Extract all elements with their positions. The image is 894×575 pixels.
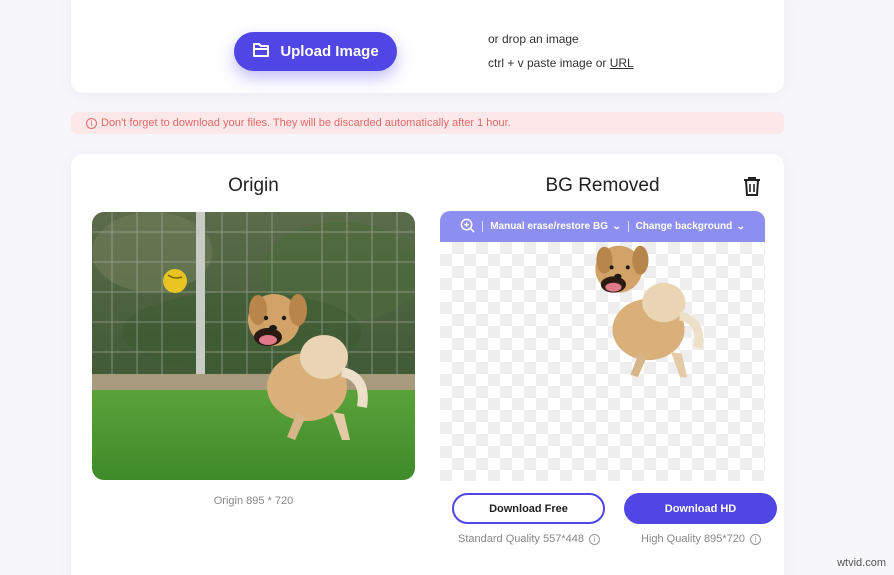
- high-quality-info: High Quality 895*720 i: [641, 533, 761, 545]
- bg-removed-preview: Manual erase/restore BG ⌄ Change backgro…: [440, 211, 765, 481]
- download-hd-button[interactable]: Download HD: [624, 493, 777, 524]
- paste-hint-text: ctrl + v paste image or: [488, 56, 610, 70]
- standard-quality-text: Standard Quality 557*448: [458, 533, 584, 545]
- origin-size-caption: Origin 895 * 720: [213, 495, 294, 507]
- upload-image-button[interactable]: Upload Image: [234, 32, 397, 71]
- url-link[interactable]: URL: [610, 56, 634, 70]
- info-icon[interactable]: i: [749, 533, 761, 545]
- cutout-dog-image: [595, 245, 704, 378]
- info-icon: i: [86, 117, 97, 129]
- change-background-label: Change background: [635, 221, 733, 232]
- trash-icon[interactable]: [743, 176, 761, 196]
- editor-toolbar: Manual erase/restore BG ⌄ Change backgro…: [440, 211, 765, 242]
- chevron-down-icon: ⌄: [611, 221, 622, 231]
- origin-title: Origin: [228, 175, 279, 196]
- drop-hint: or drop an image: [488, 32, 579, 46]
- manual-erase-restore-dropdown[interactable]: Manual erase/restore BG ⌄: [490, 221, 622, 232]
- origin-image: [92, 212, 415, 480]
- standard-quality-info: Standard Quality 557*448 i: [458, 533, 600, 545]
- zoom-in-icon[interactable]: [460, 218, 475, 236]
- info-icon[interactable]: i: [588, 533, 600, 545]
- discard-warning: i Don't forget to download your files. T…: [71, 112, 784, 134]
- warning-text: Don't forget to download your files. The…: [101, 117, 511, 129]
- download-free-button[interactable]: Download Free: [452, 493, 605, 524]
- change-background-dropdown[interactable]: Change background ⌄: [635, 221, 746, 232]
- paste-hint: ctrl + v paste image or URL: [488, 56, 634, 70]
- result-panel: Origin BG Removed Origin 895 * 720 Manua…: [71, 154, 784, 575]
- upload-button-label: Upload Image: [280, 43, 379, 60]
- high-quality-text: High Quality 895*720: [641, 533, 745, 545]
- toolbar-divider: [482, 221, 484, 232]
- toolbar-divider: [627, 221, 629, 232]
- origin-photo: [92, 212, 415, 480]
- folder-icon: [252, 42, 270, 62]
- bg-removed-title: BG Removed: [545, 175, 660, 196]
- watermark: wtvid.com: [837, 557, 886, 569]
- transparent-canvas: [440, 242, 765, 481]
- chevron-down-icon: ⌄: [736, 221, 746, 231]
- upload-panel: Upload Image or drop an image ctrl + v p…: [71, 0, 784, 93]
- manual-erase-label: Manual erase/restore BG: [490, 221, 609, 232]
